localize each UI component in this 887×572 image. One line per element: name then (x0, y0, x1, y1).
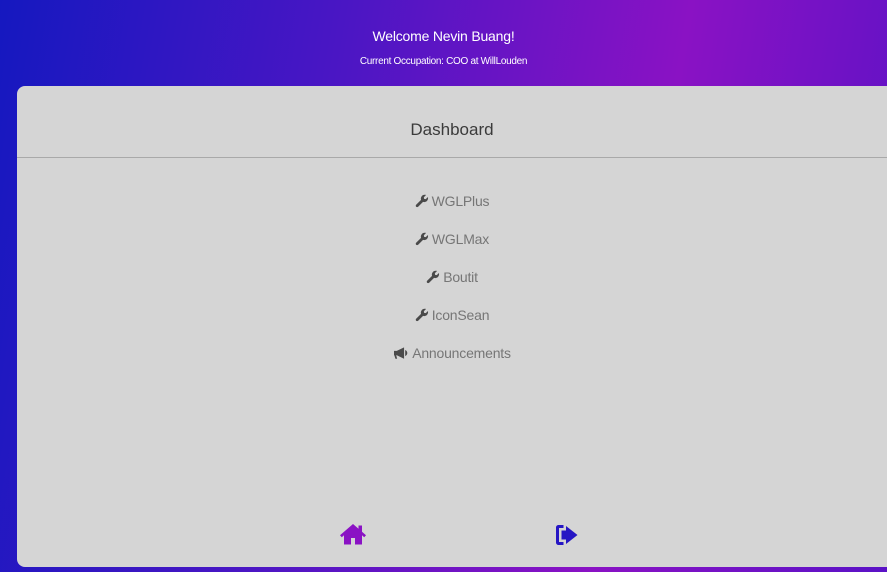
dashboard-menu: WGLPlus WGLMax Boutit IconSean Announcem… (17, 182, 887, 372)
page-title: Dashboard (17, 86, 887, 158)
logout-button[interactable] (555, 524, 579, 546)
menu-item-label: Announcements (412, 345, 511, 361)
menu-item-label: IconSean (431, 307, 490, 323)
occupation-text: Current Occupation: COO at WillLouden (359, 56, 528, 67)
footer-bar (17, 516, 887, 556)
menu-item-boutit[interactable]: Boutit (17, 258, 887, 296)
sign-out-icon (556, 525, 578, 545)
menu-item-iconsean[interactable]: IconSean (17, 296, 887, 334)
app-window: Welcome Nevin Buang! Current Occupation:… (0, 0, 887, 572)
menu-item-wglplus[interactable]: WGLPlus (17, 182, 887, 220)
wrench-icon (415, 308, 429, 322)
megaphone-icon (393, 346, 409, 360)
menu-item-announcements[interactable]: Announcements (17, 334, 887, 372)
menu-item-label: WGLPlus (431, 193, 490, 209)
home-icon (340, 524, 366, 545)
menu-item-label: WGLMax (431, 231, 490, 247)
dashboard-panel: Dashboard WGLPlus WGLMax Boutit IconSean… (17, 86, 887, 567)
wrench-icon (415, 194, 429, 208)
menu-item-wglmax[interactable]: WGLMax (17, 220, 887, 258)
header: Welcome Nevin Buang! Current Occupation:… (0, 0, 887, 86)
wrench-icon (426, 270, 440, 284)
home-button[interactable] (339, 522, 367, 546)
wrench-icon (415, 232, 429, 246)
welcome-text: Welcome Nevin Buang! (372, 28, 515, 44)
menu-item-label: Boutit (443, 269, 478, 285)
